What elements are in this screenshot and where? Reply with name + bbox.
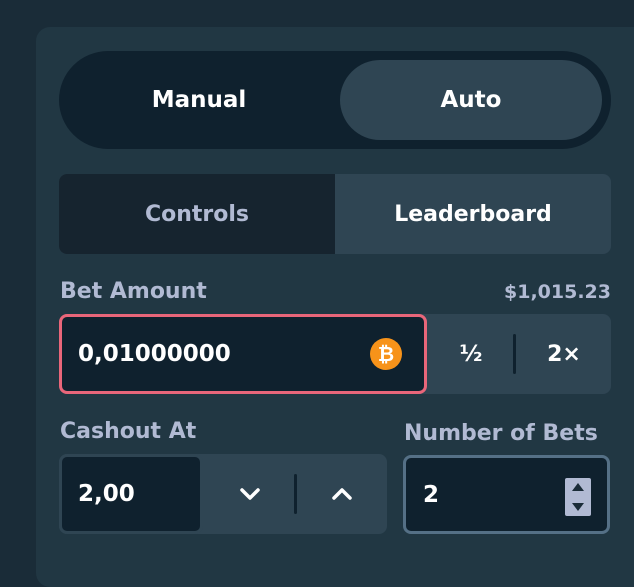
triangle-up-icon <box>572 483 584 491</box>
bitcoin-icon: ₿ <box>370 338 402 370</box>
cashout-row: 2,00 <box>59 454 387 534</box>
chevron-up-icon <box>332 488 352 500</box>
manual-mode-button[interactable]: Manual <box>68 60 330 140</box>
number-spinner <box>565 478 591 516</box>
balance-value: $1,015.23 <box>504 281 611 303</box>
button-divider <box>513 334 516 374</box>
double-bet-button[interactable]: 2× <box>517 314 611 394</box>
cashout-decrease-button[interactable] <box>205 454 295 534</box>
bet-amount-value: 0,01000000 <box>78 341 231 367</box>
spinner-down-button[interactable] <box>565 498 591 516</box>
mode-toggle: Manual Auto <box>59 51 611 149</box>
triangle-down-icon <box>572 503 584 511</box>
tab-leaderboard[interactable]: Leaderboard <box>335 174 611 254</box>
chevron-down-icon <box>240 488 260 500</box>
cashout-input[interactable]: 2,00 <box>59 454 203 534</box>
auto-mode-button[interactable]: Auto <box>340 60 602 140</box>
number-of-bets-label: Number of Bets <box>404 421 598 446</box>
tab-controls[interactable]: Controls <box>59 174 335 254</box>
tab-bar: Controls Leaderboard <box>59 174 611 254</box>
bet-amount-row: 0,01000000 ₿ ½ 2× <box>59 314 611 394</box>
spinner-up-button[interactable] <box>565 478 591 496</box>
number-of-bets-value: 2 <box>423 481 440 508</box>
half-bet-button[interactable]: ½ <box>427 314 515 394</box>
bet-amount-label: Bet Amount <box>60 279 207 304</box>
number-of-bets-input[interactable]: 2 <box>403 455 610 534</box>
cashout-at-label: Cashout At <box>60 419 197 444</box>
cashout-increase-button[interactable] <box>297 454 387 534</box>
bet-amount-input[interactable]: 0,01000000 ₿ <box>59 314 427 394</box>
